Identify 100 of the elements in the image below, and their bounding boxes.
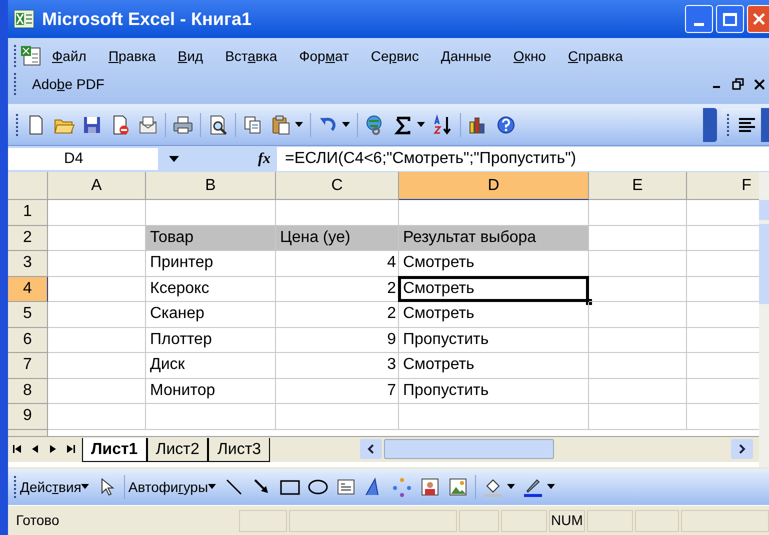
dropdown-arrow-icon[interactable]	[507, 484, 516, 490]
dropdown-arrow-icon[interactable]	[295, 122, 303, 128]
previous-sheet-icon[interactable]	[30, 444, 40, 454]
status-panel	[501, 510, 547, 532]
insert-function-button[interactable]: fx	[258, 148, 274, 170]
row-header[interactable]: 4	[8, 276, 48, 302]
toolbar-grip-icon[interactable]	[726, 112, 730, 136]
menu-item[interactable]: Сервис	[370, 46, 419, 66]
menu-item[interactable]: Окно	[513, 46, 546, 66]
row-header[interactable]: 5	[8, 302, 48, 328]
table-cell: Пропустить	[399, 328, 589, 353]
sheet-tab[interactable]: Лист3	[208, 438, 270, 462]
close-icon	[752, 13, 764, 25]
status-panel	[239, 510, 287, 532]
menu-button[interactable]: Действия	[20, 476, 82, 498]
dropdown-arrow-icon[interactable]	[81, 484, 90, 490]
help-icon[interactable]	[495, 114, 517, 136]
table-cell: Товар	[146, 226, 276, 251]
chevron-right-icon	[738, 444, 746, 454]
horizontal-scroll-thumb[interactable]	[384, 439, 554, 459]
name-box[interactable]: D4	[8, 148, 158, 170]
menu-item[interactable]: Adobe PDF	[32, 74, 104, 94]
close-icon[interactable]	[754, 78, 765, 90]
column-header[interactable]: F	[687, 172, 759, 200]
table-cell: Смотреть	[399, 353, 589, 378]
sheet-tab[interactable]: Лист2	[146, 438, 208, 462]
menu-item[interactable]: Файл	[52, 46, 86, 66]
row-header[interactable]: 2	[8, 226, 48, 251]
column-header[interactable]: B	[146, 172, 276, 200]
menu-item[interactable]: Вид	[178, 46, 204, 66]
table-cell: 9	[276, 328, 399, 353]
next-sheet-icon[interactable]	[48, 444, 58, 454]
diagram-icon[interactable]	[391, 476, 414, 498]
row-header[interactable]: 7	[8, 353, 48, 378]
clip-art-icon[interactable]	[419, 476, 442, 498]
table-cell: Пропустить	[399, 378, 589, 404]
column-header[interactable]: D	[399, 172, 589, 200]
scroll-right-button[interactable]	[731, 439, 753, 459]
vertical-scrollbar[interactable]	[759, 172, 769, 467]
print-icon[interactable]	[172, 114, 194, 136]
toolbar-grip-icon[interactable]	[13, 72, 17, 96]
close-button[interactable]	[747, 5, 769, 33]
row-header[interactable]: 3	[8, 251, 48, 276]
table-cell: 3	[276, 353, 399, 378]
paste-icon[interactable]	[270, 114, 292, 136]
toolbar-grip-icon[interactable]	[13, 475, 17, 499]
dropdown-arrow-icon[interactable]	[342, 122, 350, 128]
formula-field[interactable]: =ЕСЛИ(C4<6;"Смотреть";"Пропустить")	[277, 147, 769, 171]
dropdown-arrow-icon[interactable]	[169, 156, 179, 162]
first-sheet-icon[interactable]	[12, 444, 22, 454]
scroll-left-button[interactable]	[360, 439, 382, 459]
sheet-tab[interactable]: Лист1	[82, 438, 147, 462]
table-cell: Принтер	[146, 251, 276, 276]
insert-picture-icon[interactable]	[447, 476, 470, 498]
row-header[interactable]: 8	[8, 378, 48, 404]
status-text: Готово	[15, 511, 60, 530]
table-cell: 2	[276, 302, 399, 328]
row-header[interactable]: 6	[8, 328, 48, 353]
column-header[interactable]: C	[276, 172, 399, 200]
last-sheet-icon[interactable]	[66, 444, 76, 454]
menu-item[interactable]: Справка	[568, 46, 623, 66]
chevron-left-icon	[367, 444, 376, 454]
table-cell: Результат выбора	[399, 226, 589, 251]
excel-logo-icon	[14, 10, 34, 28]
restore-icon[interactable]	[732, 78, 744, 90]
status-panel	[459, 510, 499, 532]
workbook-icon[interactable]	[20, 46, 42, 66]
menu-button[interactable]: Автофигуры	[128, 476, 208, 498]
table-cell: Смотреть	[399, 302, 589, 328]
status-panel	[635, 510, 679, 532]
menu-item[interactable]: Вставка	[225, 46, 278, 66]
column-header[interactable]: E	[589, 172, 687, 200]
table-cell: Монитор	[146, 378, 276, 404]
minimize-button[interactable]	[685, 5, 713, 33]
table-cell: Смотреть	[399, 276, 589, 302]
email-icon[interactable]	[137, 114, 159, 136]
dropdown-arrow-icon[interactable]	[547, 484, 556, 490]
status-panel	[587, 510, 633, 532]
toolbar-options-button[interactable]	[703, 108, 717, 142]
menu-item[interactable]: Правка	[108, 46, 156, 66]
table-cell: Плоттер	[146, 328, 276, 353]
row-header[interactable]: 1	[8, 200, 48, 226]
menu-item[interactable]: Формат	[299, 46, 349, 66]
table-cell: Смотреть	[399, 251, 589, 276]
table-cell: Цена (уе)	[276, 226, 399, 251]
toolbar-grip-icon[interactable]	[13, 44, 17, 68]
toolbar-grip-icon[interactable]	[15, 112, 19, 136]
maximize-button[interactable]	[716, 5, 744, 33]
dropdown-arrow-icon[interactable]	[208, 484, 216, 490]
table-cell: Ксерокс	[146, 276, 276, 302]
column-header[interactable]: A	[48, 172, 146, 200]
window-title: Microsoft Excel - Книга1	[42, 8, 252, 30]
table-cell: Сканер	[146, 302, 276, 328]
row-header[interactable]: 9	[8, 404, 48, 430]
num-lock-indicator: NUM	[549, 510, 585, 532]
table-cell: 7	[276, 378, 399, 404]
table-cell: Диск	[146, 353, 276, 378]
table-cell: 2	[276, 276, 399, 302]
dropdown-arrow-icon[interactable]	[417, 122, 425, 128]
menu-item[interactable]: Данные	[440, 46, 492, 66]
